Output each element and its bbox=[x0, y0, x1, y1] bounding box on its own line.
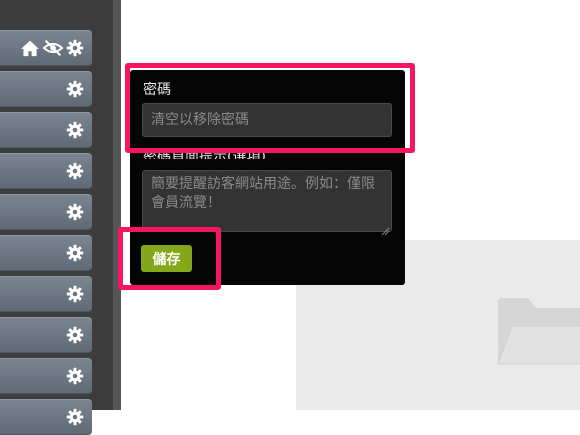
sidebar-item[interactable] bbox=[0, 399, 92, 435]
sidebar-item-icons bbox=[20, 31, 84, 65]
sidebar-item-icons bbox=[66, 154, 84, 188]
gear-icon[interactable] bbox=[66, 244, 84, 262]
password-label: 密碼 bbox=[143, 82, 171, 98]
sidebar-item-icons bbox=[66, 113, 84, 147]
gear-icon[interactable] bbox=[66, 326, 84, 344]
gear-icon[interactable] bbox=[66, 39, 84, 57]
gear-icon[interactable] bbox=[66, 367, 84, 385]
sidebar-item[interactable] bbox=[0, 317, 92, 353]
gear-icon[interactable] bbox=[66, 121, 84, 139]
sidebar-item-icons bbox=[66, 195, 84, 229]
gear-icon[interactable] bbox=[66, 162, 84, 180]
sidebar-item[interactable] bbox=[0, 71, 92, 107]
hint-textarea[interactable] bbox=[142, 170, 392, 232]
sidebar-item[interactable] bbox=[0, 358, 92, 394]
password-input[interactable] bbox=[142, 103, 392, 137]
sidebar-item-icons bbox=[66, 400, 84, 434]
sidebar-item[interactable] bbox=[0, 194, 92, 230]
sidebar bbox=[0, 0, 121, 435]
sidebar-item[interactable] bbox=[0, 112, 92, 148]
eye-slash-icon[interactable] bbox=[42, 39, 64, 57]
gear-icon[interactable] bbox=[66, 285, 84, 303]
folder-icon bbox=[496, 296, 580, 370]
sidebar-scroll-track[interactable] bbox=[113, 0, 121, 410]
sidebar-item-icons bbox=[66, 72, 84, 106]
gear-icon[interactable] bbox=[66, 80, 84, 98]
gear-icon[interactable] bbox=[66, 203, 84, 221]
sidebar-item-icons bbox=[66, 277, 84, 311]
hint-label: 密碼頁面提示(選項) bbox=[143, 149, 266, 159]
save-button[interactable]: 儲存 bbox=[141, 245, 192, 272]
sidebar-item-icons bbox=[66, 318, 84, 352]
sidebar-item[interactable] bbox=[0, 235, 92, 271]
sidebar-item[interactable] bbox=[0, 276, 92, 312]
sidebar-item-icons bbox=[66, 236, 84, 270]
home-icon[interactable] bbox=[20, 39, 40, 57]
sidebar-item[interactable] bbox=[0, 153, 92, 189]
sidebar-item-icons bbox=[66, 359, 84, 393]
gear-icon[interactable] bbox=[66, 408, 84, 426]
sidebar-item[interactable] bbox=[0, 30, 92, 66]
resize-grip-icon[interactable] bbox=[381, 221, 390, 240]
